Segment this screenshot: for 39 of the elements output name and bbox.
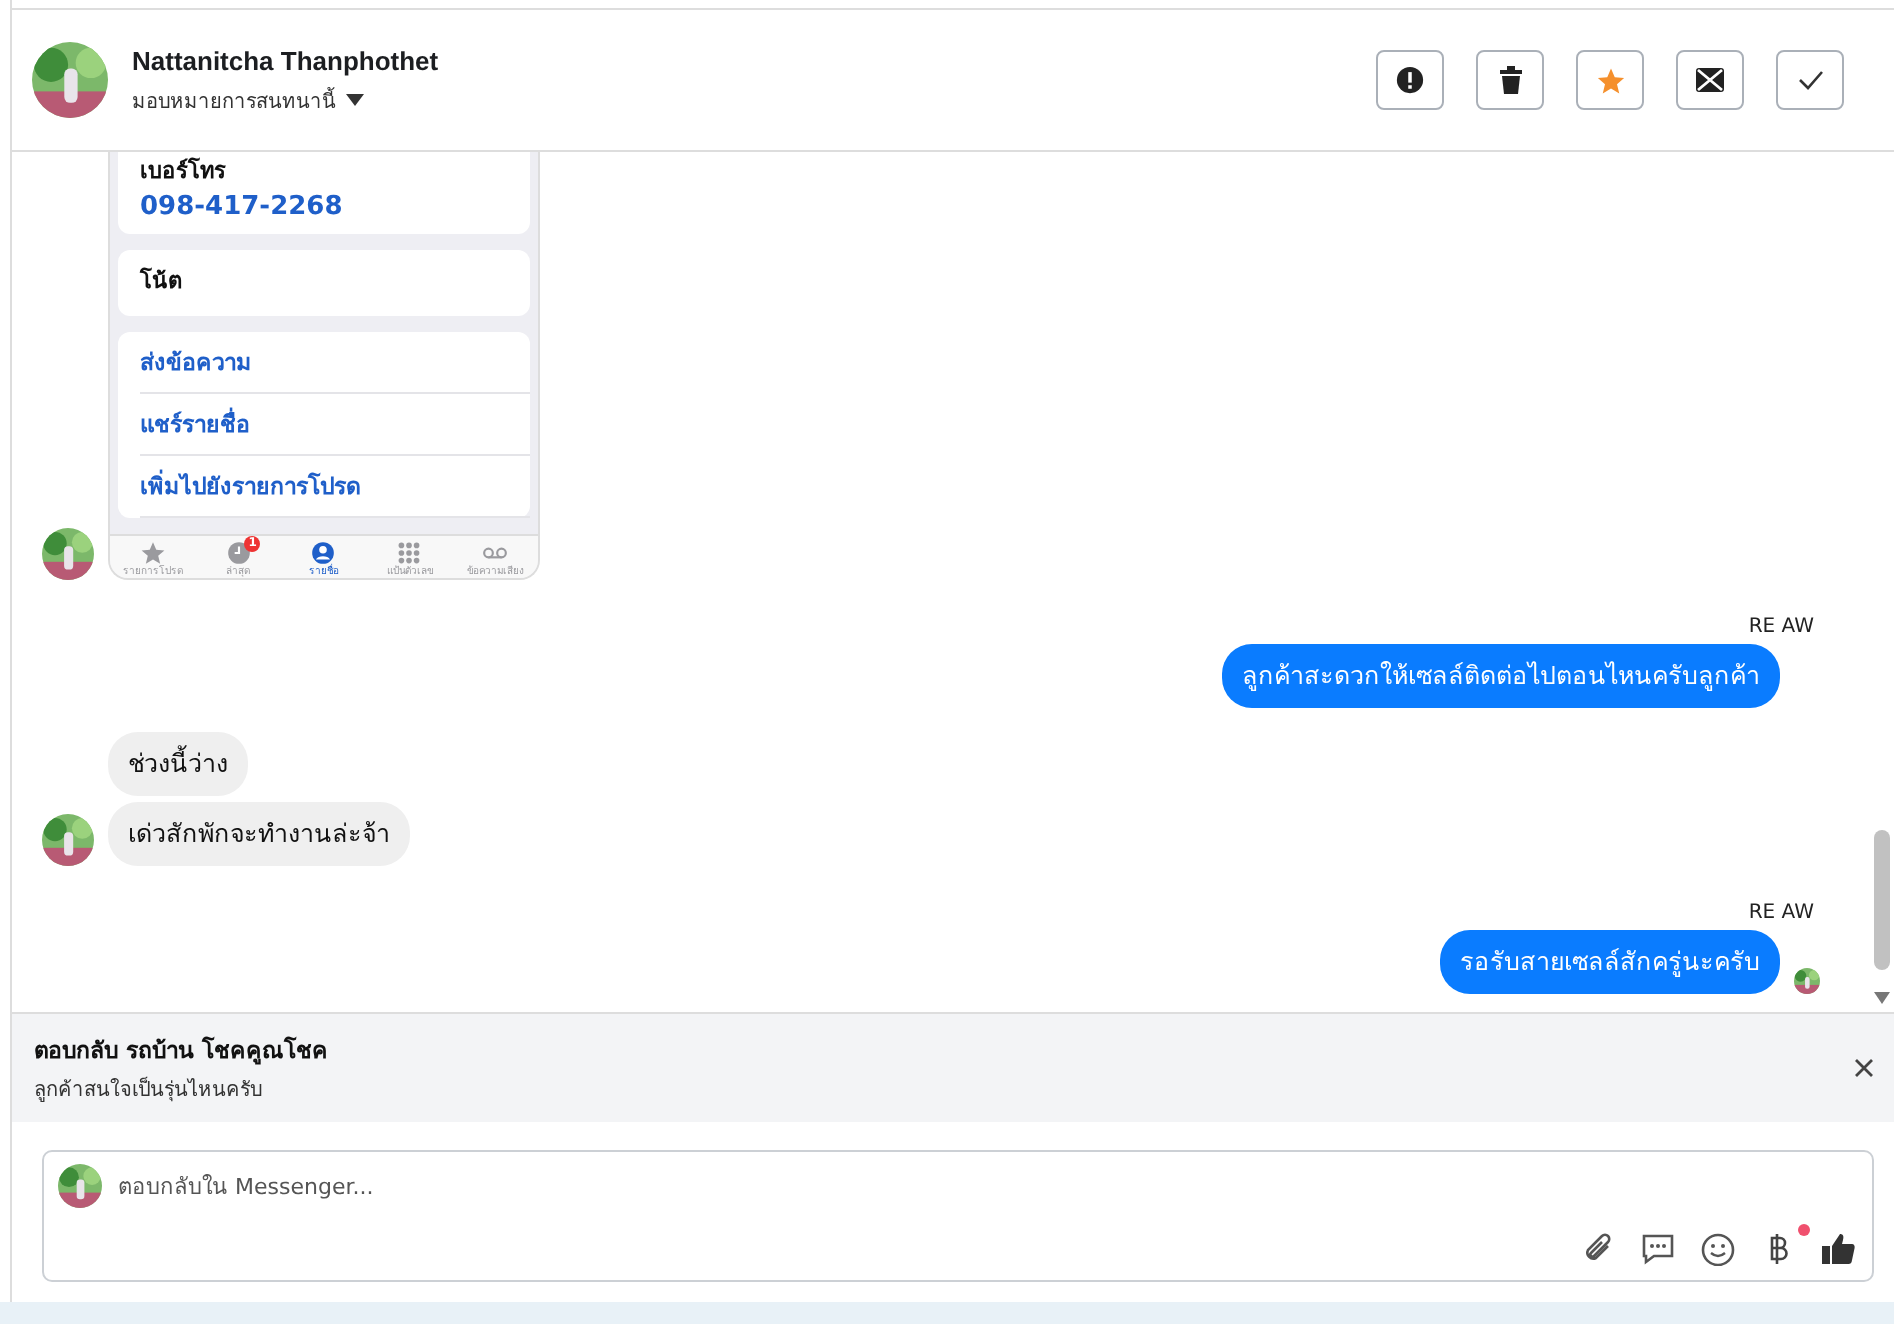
delete-button[interactable]	[1476, 50, 1544, 110]
checkmark-icon	[1797, 70, 1823, 90]
message-bubble: ช่วงนี้ว่าง	[108, 732, 248, 796]
keypad-icon[interactable]	[396, 540, 423, 566]
envelope-icon	[1696, 68, 1724, 92]
unread-button[interactable]	[1676, 50, 1744, 110]
sender-name: RE AW	[1748, 616, 1814, 638]
quoted-message: ลูกค้าสนใจเป็นรุ่นไหนครับ	[34, 1074, 264, 1104]
thumbs-up-icon[interactable]	[1820, 1232, 1856, 1266]
report-button[interactable]	[1376, 50, 1444, 110]
scrollbar-thumb[interactable]	[1874, 830, 1890, 970]
star-icon	[1595, 65, 1625, 95]
star-button[interactable]	[1576, 50, 1644, 110]
person-icon[interactable]	[310, 540, 337, 566]
speech-bubble-icon[interactable]	[1640, 1232, 1676, 1266]
message-bubble: รอรับสายเซลล์สักครู่นะครับ	[1440, 930, 1780, 994]
contact-avatar	[32, 42, 108, 118]
scroll-down-icon[interactable]	[1874, 992, 1890, 1004]
contact-action-link[interactable]: เพิ่มไปยังรายการโปรด	[140, 456, 530, 518]
trash-icon	[1497, 66, 1523, 94]
caret-icon[interactable]	[346, 94, 364, 106]
star-icon[interactable]	[139, 540, 166, 566]
message-bubble: เด่วสักพักจะทำงานล่ะจ้า	[108, 802, 410, 866]
close-icon[interactable]	[1854, 1058, 1874, 1078]
contact-name: Nattanitcha Thanphothet	[132, 45, 439, 75]
field-label: เบอร์โทร	[140, 155, 228, 188]
contact-action-link[interactable]: แชร์รายชื่อ	[140, 394, 530, 456]
sender-name: RE AW	[1748, 902, 1814, 924]
report-icon	[1396, 66, 1424, 94]
message-bubble: ลูกค้าสะดวกให้เซลล์ติดต่อไปตอนไหนครับลูกค้า	[1222, 644, 1780, 708]
phone-number-link[interactable]: 098-417-2268	[140, 192, 508, 222]
field-label: โน้ต	[140, 265, 184, 298]
clock-icon[interactable]	[225, 540, 252, 566]
contact-action-link[interactable]: ส่งข้อความ	[140, 332, 530, 394]
assign-conversation-link[interactable]: มอบหมายการสนทนานี้	[132, 85, 336, 115]
reply-title: ตอบกลับ รถบ้าน โชคคูณโชค	[34, 1034, 329, 1068]
emoji-icon[interactable]	[1700, 1232, 1736, 1266]
paperclip-icon[interactable]	[1580, 1232, 1616, 1266]
user-avatar	[58, 1164, 102, 1208]
